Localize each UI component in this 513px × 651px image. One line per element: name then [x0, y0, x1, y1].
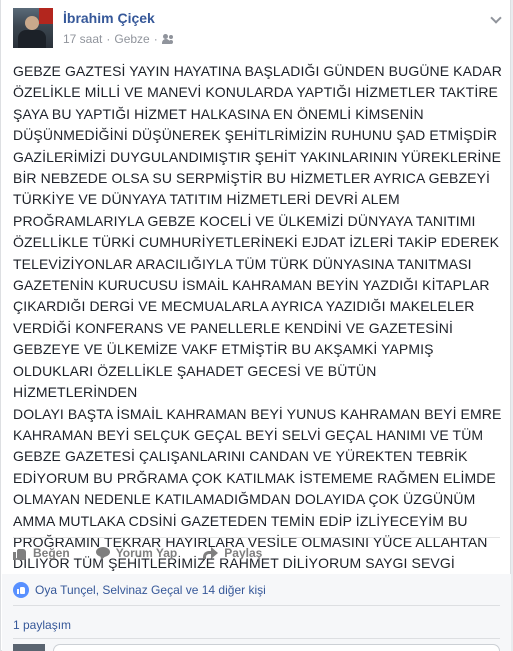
friends-icon[interactable]: [161, 34, 176, 44]
like-reaction-icon[interactable]: [13, 582, 29, 598]
like-button-label: Beğen: [33, 546, 70, 560]
share-count-link[interactable]: 1 paylaşım: [13, 618, 71, 632]
meta-separator-2: ·: [153, 32, 158, 46]
post-time[interactable]: 17 saat: [63, 32, 102, 46]
comment-button[interactable]: Yorum Yap: [95, 546, 178, 560]
avatar-body: [18, 30, 46, 48]
post-location[interactable]: Gebze: [114, 32, 149, 46]
post-header: İbrahim Çiçek 17 saat · Gebze ·: [13, 8, 501, 52]
actions-top-divider: [13, 537, 500, 538]
like-button[interactable]: Beğen: [13, 546, 70, 560]
comment-input[interactable]: [53, 644, 500, 651]
flag-graphic: [39, 8, 53, 24]
viewer-avatar: [13, 644, 45, 651]
post-card: İbrahim Çiçek 17 saat · Gebze · GEBZE GA…: [0, 0, 511, 651]
comment-composer: [13, 644, 500, 651]
share-arrow-icon: [203, 546, 219, 560]
chevron-down-icon[interactable]: [491, 14, 501, 24]
thumbs-up-icon: [13, 546, 27, 560]
post-meta: 17 saat · Gebze ·: [63, 32, 176, 46]
share-button[interactable]: Paylaş: [203, 546, 262, 560]
avatar-face: [25, 16, 39, 30]
shares-divider: [13, 605, 500, 606]
author-name[interactable]: İbrahim Çiçek: [63, 10, 155, 26]
comment-bubble-icon: [95, 546, 110, 560]
author-avatar[interactable]: [13, 8, 53, 48]
reactions-names[interactable]: Oya Tunçel, Selvinaz Geçal ve 14 diğer k…: [35, 583, 266, 597]
post-body-text: GEBZE GAZTESİ YAYIN HAYATINA BAŞLADIĞI G…: [13, 63, 502, 593]
share-button-label: Paylaş: [224, 546, 263, 560]
meta-separator: ·: [106, 32, 111, 46]
reactions-summary: Oya Tunçel, Selvinaz Geçal ve 14 diğer k…: [13, 582, 266, 598]
comments-divider: [13, 638, 500, 639]
post-actions-bar: Beğen Yorum Yap Paylaş: [13, 540, 500, 566]
comment-button-label: Yorum Yap: [115, 546, 178, 560]
